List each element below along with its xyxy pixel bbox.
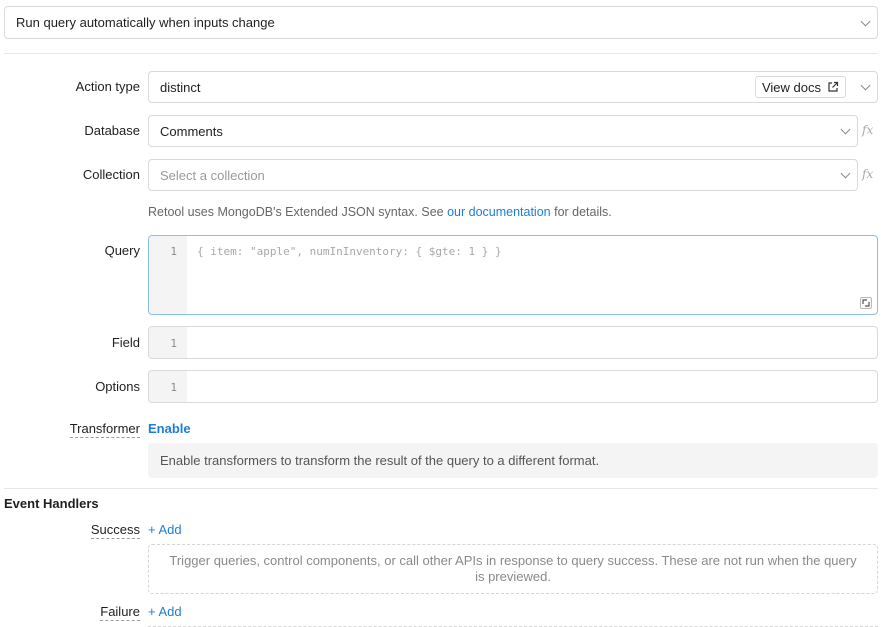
chevron-down-icon [860, 16, 871, 26]
run-mode-select[interactable]: Run query automatically when inputs chan… [4, 6, 878, 39]
failure-label-text: Failure [100, 604, 140, 621]
add-failure-handler-button[interactable]: + Add [148, 604, 182, 619]
transformer-label: Transformer [69, 421, 140, 438]
line-gutter: 1 [149, 371, 187, 402]
divider [4, 53, 878, 54]
query-editor[interactable]: 1 { item: "apple", numInInventory: { $gt… [148, 235, 878, 315]
collection-placeholder: Select a collection [160, 167, 265, 183]
options-label: Options [95, 379, 140, 394]
expand-icon[interactable] [860, 297, 872, 309]
action-type-value: distinct [160, 79, 201, 95]
enable-transformer-button[interactable]: Enable [148, 421, 191, 436]
line-number: 1 [170, 337, 177, 350]
chevron-down-icon [860, 80, 871, 91]
success-label-text: Success [90, 522, 140, 539]
line-number: 1 [170, 245, 177, 258]
line-gutter: 1 [149, 327, 187, 358]
query-label: Query [104, 243, 140, 258]
options-editor[interactable]: 1 [148, 370, 878, 403]
view-docs-button[interactable]: View docs [754, 76, 846, 98]
event-handlers-title: Event Handlers [4, 496, 99, 511]
transformer-info: Enable transformers to transform the res… [148, 443, 878, 478]
divider [4, 488, 878, 489]
failure-label: Failure [100, 604, 140, 621]
database-label: Database [84, 123, 140, 138]
transformer-label-text: Transformer [69, 421, 140, 438]
database-value: Comments [160, 123, 223, 139]
database-select[interactable]: Comments [148, 115, 858, 147]
line-gutter: 1 [149, 236, 187, 314]
help-suffix: for details. [550, 205, 612, 219]
chevron-down-icon [840, 168, 851, 179]
fx-icon[interactable]: fx [862, 123, 873, 137]
field-editor[interactable]: 1 [148, 326, 878, 359]
extended-json-help: Retool uses MongoDB's Extended JSON synt… [148, 205, 612, 219]
action-type-label: Action type [75, 79, 140, 94]
run-mode-value: Run query automatically when inputs chan… [16, 15, 275, 30]
success-label: Success [90, 522, 140, 539]
help-prefix: Retool uses MongoDB's Extended JSON synt… [148, 205, 448, 219]
field-label: Field [111, 335, 140, 350]
line-number: 1 [170, 381, 177, 394]
query-placeholder: { item: "apple", numInInventory: { $gte:… [197, 245, 502, 258]
collection-label: Collection [82, 167, 140, 182]
chevron-down-icon [840, 124, 851, 135]
add-success-handler-button[interactable]: + Add [148, 522, 182, 537]
documentation-link[interactable]: our documentation [447, 205, 551, 219]
fx-icon[interactable]: fx [862, 167, 873, 181]
external-link-icon [828, 81, 839, 92]
collection-select[interactable]: Select a collection [148, 159, 858, 191]
action-type-select[interactable]: distinct View docs [148, 71, 878, 103]
success-empty-state: Trigger queries, control components, or … [148, 544, 878, 594]
view-docs-label: View docs [761, 79, 821, 95]
